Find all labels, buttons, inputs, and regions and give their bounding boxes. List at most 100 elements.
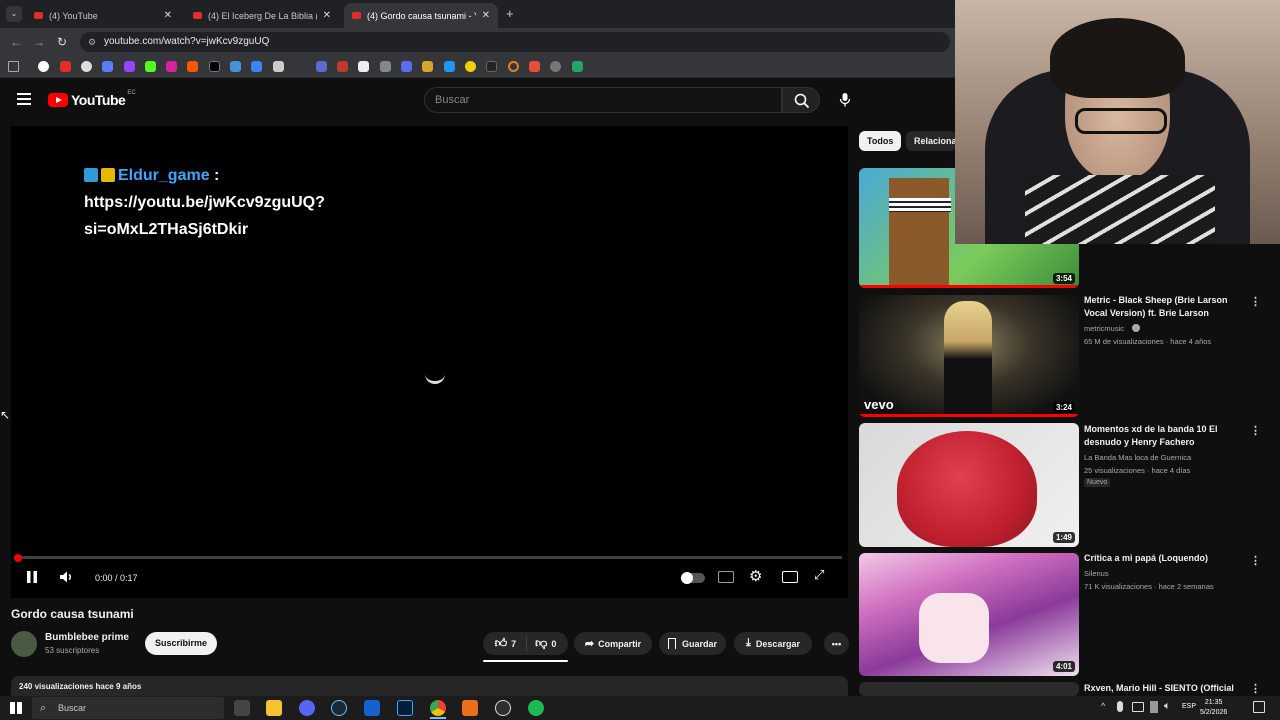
recommendation-thumbnail[interactable]: 4:01 bbox=[859, 553, 1079, 676]
chip-all[interactable]: Todos bbox=[859, 131, 902, 151]
taskbar-app-icon[interactable] bbox=[364, 700, 380, 716]
apps-grid-icon[interactable] bbox=[8, 61, 19, 72]
recommendation-thumbnail[interactable] bbox=[859, 682, 1079, 696]
like-button[interactable]: 👍︎ 7 bbox=[495, 636, 528, 651]
fullscreen-icon[interactable]: ⤢ bbox=[814, 567, 824, 583]
settings-gear-icon[interactable]: ⚙ bbox=[749, 567, 762, 585]
progress-bar[interactable] bbox=[17, 556, 842, 559]
bookmark-twitch-icon[interactable] bbox=[124, 61, 135, 72]
recommendation-channel[interactable]: La Banda Mas loca de Guernica bbox=[1084, 451, 1191, 464]
tab-close-icon[interactable]: ✕ bbox=[323, 10, 331, 21]
bookmark-icon[interactable] bbox=[486, 61, 497, 72]
pause-icon[interactable] bbox=[25, 570, 39, 584]
more-vertical-icon[interactable]: ⋮ bbox=[1250, 554, 1261, 567]
subscribe-button[interactable]: Suscribirme bbox=[145, 632, 217, 655]
forward-icon[interactable]: → bbox=[33, 35, 45, 49]
chrome-icon[interactable] bbox=[430, 700, 446, 716]
more-vertical-icon[interactable]: ⋮ bbox=[1250, 295, 1261, 308]
recommendation-title[interactable]: Metric - Black Sheep (Brie Larson Vocal … bbox=[1084, 294, 1234, 320]
notification-icon[interactable] bbox=[1253, 701, 1265, 713]
browser-tab-active[interactable]: (4) Gordo causa tsunami - You ✕ bbox=[344, 3, 498, 28]
back-icon[interactable]: ← bbox=[10, 35, 22, 49]
tray-microphone-icon[interactable] bbox=[1117, 701, 1123, 712]
discord-icon[interactable] bbox=[299, 700, 315, 716]
windows-start-icon[interactable] bbox=[10, 702, 22, 714]
bookmark-icon[interactable] bbox=[273, 61, 284, 72]
progress-scrubber[interactable] bbox=[14, 554, 22, 562]
search-input[interactable]: Buscar bbox=[424, 87, 782, 113]
bookmark-icon[interactable] bbox=[81, 61, 92, 72]
taskbar-search-input[interactable]: ⌕ Buscar bbox=[32, 697, 224, 719]
more-vertical-icon[interactable]: ⋮ bbox=[1250, 424, 1261, 437]
bookmark-icon[interactable] bbox=[230, 61, 241, 72]
taskbar-app-icon[interactable] bbox=[462, 700, 478, 716]
tab-list-icon[interactable]: ⌄ bbox=[6, 6, 22, 22]
taskbar-clock[interactable]: 21:35 5/2/2026 bbox=[1200, 698, 1227, 718]
bookmark-icon[interactable] bbox=[444, 61, 455, 72]
site-info-icon[interactable]: ⚙ bbox=[88, 32, 96, 52]
download-button[interactable]: ⤓ Descargar bbox=[734, 632, 812, 655]
subtitles-icon[interactable] bbox=[718, 571, 734, 583]
bookmark-icon[interactable] bbox=[422, 61, 433, 72]
more-vertical-icon[interactable]: ⋮ bbox=[1250, 682, 1261, 695]
voice-search-button[interactable] bbox=[831, 87, 859, 113]
bookmark-icon[interactable] bbox=[550, 61, 561, 72]
tray-usb-icon[interactable] bbox=[1150, 701, 1158, 713]
browser-tab[interactable]: (4) YouTube ✕ bbox=[26, 3, 180, 28]
taskbar-app-icon[interactable] bbox=[234, 700, 250, 716]
obs-icon[interactable] bbox=[495, 700, 511, 716]
recommendation-channel[interactable]: Silenus bbox=[1084, 567, 1109, 580]
bookmark-icon[interactable] bbox=[102, 61, 113, 72]
more-actions-button[interactable]: ••• bbox=[824, 632, 849, 655]
photoshop-icon[interactable] bbox=[397, 700, 413, 716]
recommendation-channel[interactable]: metricmusic bbox=[1084, 322, 1124, 335]
browser-tab[interactable]: (4) El Iceberg De La Biblia (Pt. 2 ✕ bbox=[185, 3, 339, 28]
bookmark-icon[interactable] bbox=[187, 61, 198, 72]
tray-chevron-icon[interactable]: ^ bbox=[1101, 701, 1105, 711]
share-button[interactable]: ➦ Compartir bbox=[574, 632, 652, 655]
recommendation-title[interactable]: Momentos xd de la banda 10 El desnudo y … bbox=[1084, 423, 1234, 449]
hamburger-menu-icon[interactable] bbox=[17, 93, 31, 105]
tray-language[interactable]: ESP bbox=[1182, 703, 1196, 710]
bookmark-google-icon[interactable] bbox=[38, 61, 49, 72]
dislike-button[interactable]: 👎︎ 0 bbox=[527, 636, 556, 651]
tray-network-icon[interactable] bbox=[1132, 702, 1144, 712]
channel-name[interactable]: Bumblebee prime bbox=[45, 632, 129, 643]
video-player[interactable]: Eldur_game : https://youtu.be/jwKcv9zguU… bbox=[11, 126, 848, 598]
bookmark-instagram-icon[interactable] bbox=[166, 61, 177, 72]
bookmark-notion-icon[interactable] bbox=[358, 61, 369, 72]
bookmark-icon[interactable] bbox=[337, 61, 348, 72]
file-explorer-icon[interactable] bbox=[266, 700, 282, 716]
chip-related[interactable]: Relaciona bbox=[906, 131, 956, 151]
bookmark-icon[interactable] bbox=[251, 61, 262, 72]
bookmark-kick-icon[interactable] bbox=[145, 61, 156, 72]
bookmark-icon[interactable] bbox=[380, 61, 391, 72]
save-button[interactable]: Guardar bbox=[659, 632, 726, 655]
tab-close-icon[interactable]: ✕ bbox=[164, 10, 172, 21]
recommendation-thumbnail[interactable]: vevo 3:24 bbox=[859, 295, 1079, 417]
tray-volume-icon[interactable]: 🔈︎ bbox=[1164, 700, 1171, 713]
bookmark-sheets-icon[interactable] bbox=[572, 61, 583, 72]
autoplay-toggle[interactable] bbox=[681, 572, 705, 584]
volume-icon[interactable] bbox=[58, 570, 74, 584]
search-button[interactable] bbox=[782, 87, 820, 113]
bookmark-icon[interactable] bbox=[465, 61, 476, 72]
bookmark-icon[interactable] bbox=[529, 61, 540, 72]
bookmark-youtube-icon[interactable] bbox=[60, 61, 71, 72]
recommendation-thumbnail[interactable]: 1:49 bbox=[859, 423, 1079, 547]
steam-icon[interactable] bbox=[331, 700, 347, 716]
channel-avatar[interactable] bbox=[11, 631, 37, 657]
bookmark-icon[interactable] bbox=[401, 61, 412, 72]
description-box[interactable]: 240 visualizaciones hace 9 años bbox=[11, 676, 848, 696]
new-tab-icon[interactable]: + bbox=[506, 6, 514, 21]
recommendation-title[interactable]: Crítica a mi papá (Loquendo) bbox=[1084, 552, 1234, 565]
recommendation-title[interactable]: Rxven, Mario Hill - SIENTO (Official bbox=[1084, 682, 1234, 695]
bookmark-icon[interactable] bbox=[316, 61, 327, 72]
youtube-logo[interactable]: YouTube EC bbox=[48, 90, 136, 108]
theater-mode-icon[interactable] bbox=[782, 571, 798, 583]
url-field[interactable]: ⚙ youtube.com/watch?v=jwKcv9zguUQ bbox=[80, 32, 950, 52]
spotify-icon[interactable] bbox=[528, 700, 544, 716]
bookmark-icon[interactable] bbox=[508, 61, 519, 72]
reload-icon[interactable]: ↻ bbox=[57, 35, 67, 49]
bookmark-x-icon[interactable] bbox=[209, 61, 220, 72]
